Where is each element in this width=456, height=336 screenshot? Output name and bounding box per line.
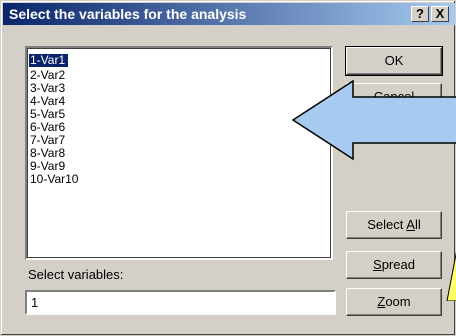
zoom-label-post: oom: [385, 294, 411, 309]
select-all-button[interactable]: Select All: [346, 211, 442, 239]
spread-label-post: pread: [381, 257, 415, 272]
list-item[interactable]: 10-Var10: [29, 173, 81, 186]
select-variables-input[interactable]: 1: [25, 290, 336, 315]
variables-listbox[interactable]: 1-Var1 2-Var2 3-Var3 4-Var4 5-Var5 6-Var…: [25, 46, 333, 260]
ok-button[interactable]: OK: [345, 46, 443, 76]
select-all-label-accel: A: [406, 217, 415, 232]
callout-shape: [446, 251, 456, 301]
close-button[interactable]: X: [431, 6, 449, 22]
spread-label-accel: S: [373, 257, 382, 272]
arrow-shape: [291, 79, 456, 161]
help-button[interactable]: ?: [411, 6, 429, 22]
annotation-arrow-icon: [291, 79, 456, 161]
callout-pointer-icon: [446, 251, 456, 301]
select-all-label-post: ll: [414, 217, 421, 232]
variables-list: 1-Var1 2-Var2 3-Var3 4-Var4 5-Var5 6-Var…: [29, 51, 81, 186]
list-item[interactable]: 1-Var1: [29, 51, 81, 69]
select-variables-label: Select variables:: [28, 267, 124, 282]
dialog-window: Select the variables for the analysis ? …: [0, 0, 456, 336]
dialog-title: Select the variables for the analysis: [9, 6, 247, 22]
title-bar[interactable]: Select the variables for the analysis ? …: [3, 3, 455, 25]
list-item-label[interactable]: 1-Var1: [29, 54, 69, 67]
spread-button[interactable]: Spread: [346, 251, 442, 279]
zoom-button[interactable]: Zoom: [346, 288, 442, 316]
select-all-label-pre: Select: [367, 217, 407, 232]
